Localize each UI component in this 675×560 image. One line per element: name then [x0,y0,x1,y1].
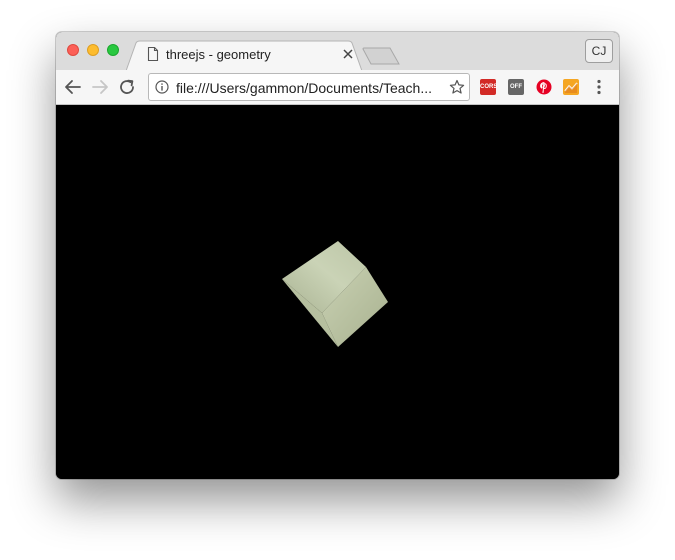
pinterest-icon[interactable] [536,79,552,95]
webgl-canvas[interactable] [56,105,619,479]
browser-window: threejs - geometry CJ file:///Users/gamm… [56,32,619,479]
document-icon [147,47,159,61]
off-extension-icon[interactable]: OFF [508,79,524,95]
new-tab-icon[interactable] [362,47,400,65]
title-bar: threejs - geometry CJ [56,32,619,72]
profile-button[interactable]: CJ [585,39,613,63]
chart-extension-icon[interactable] [563,79,579,95]
arrow-right-icon[interactable] [91,78,109,96]
reload-icon[interactable] [118,78,136,96]
url-text[interactable]: file:///Users/gammon/Documents/Teach... [176,80,446,96]
cors-extension-icon[interactable]: CORS [480,79,497,95]
window-maximize-button[interactable] [107,44,119,56]
more-vertical-icon[interactable] [596,79,602,95]
address-bar[interactable]: file:///Users/gammon/Documents/Teach... [148,73,470,101]
close-icon[interactable] [343,49,353,59]
toolbar: file:///Users/gammon/Documents/Teach... … [56,70,619,105]
rotating-cube [282,241,388,347]
info-icon[interactable] [155,80,169,94]
window-close-button[interactable] [67,44,79,56]
tab-title: threejs - geometry [166,47,271,62]
star-icon[interactable] [449,79,465,95]
window-minimize-button[interactable] [87,44,99,56]
arrow-left-icon[interactable] [64,78,82,96]
